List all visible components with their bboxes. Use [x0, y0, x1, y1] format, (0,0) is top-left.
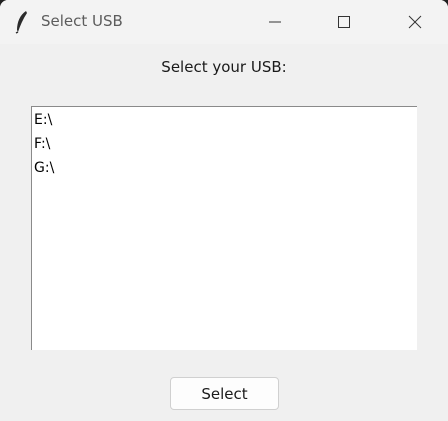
select-usb-heading: Select your USB:	[161, 58, 287, 76]
drive-list-item[interactable]: G:\	[34, 156, 54, 180]
drive-list-item[interactable]: F:\	[34, 132, 50, 156]
drive-list-item[interactable]: E:\	[34, 108, 52, 132]
minimize-button[interactable]	[252, 0, 298, 44]
title-bar[interactable]: Select USB	[0, 0, 448, 44]
maximize-button[interactable]	[321, 0, 367, 44]
close-icon	[408, 15, 422, 29]
window-title: Select USB	[41, 12, 123, 30]
app-window: Select USB Select your USB: E:\ F:\ G:\ …	[0, 0, 448, 421]
maximize-icon	[338, 16, 350, 28]
close-button[interactable]	[392, 0, 438, 44]
usb-drive-list[interactable]: E:\ F:\ G:\	[31, 106, 417, 350]
select-button[interactable]: Select	[170, 377, 279, 410]
minimize-icon	[269, 21, 281, 23]
feather-icon	[15, 11, 27, 34]
